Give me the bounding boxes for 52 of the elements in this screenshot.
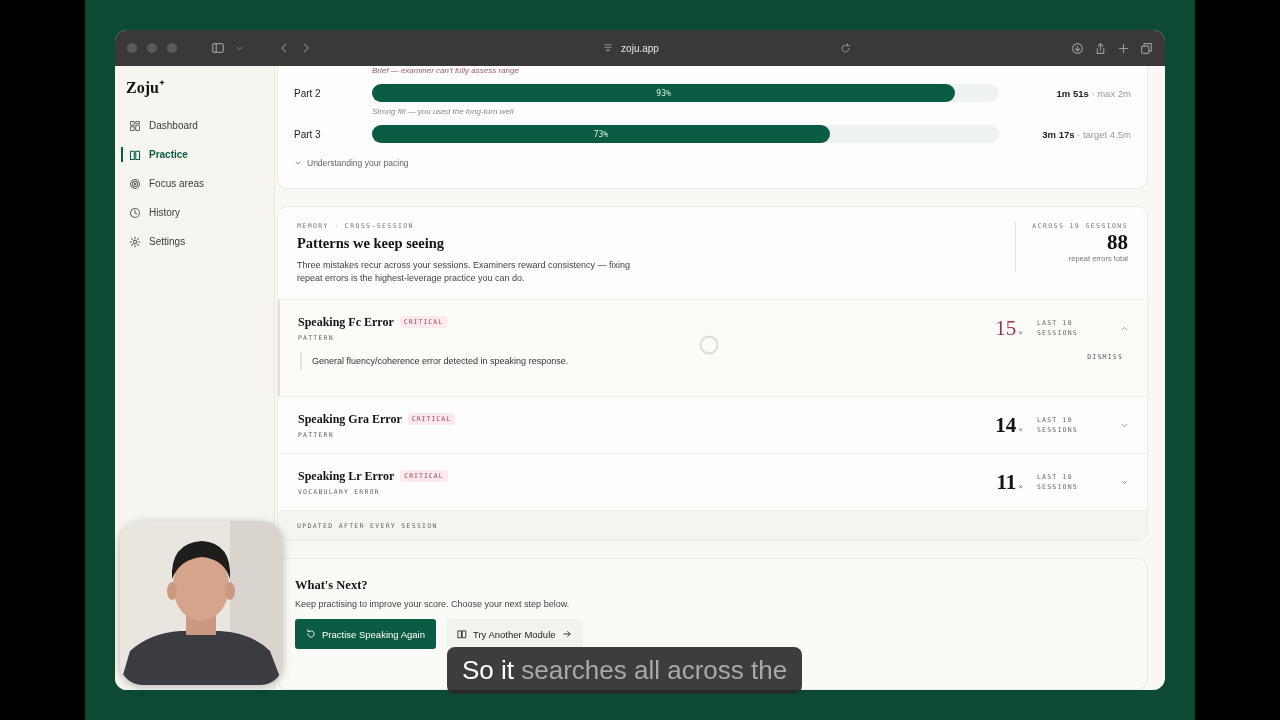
reload-icon[interactable] (840, 42, 851, 54)
section-title: Patterns we keep seeing (297, 235, 445, 252)
pattern-detail: General fluency/coherence error detected in speaking response. (300, 352, 1088, 370)
part-label: Part 2 (294, 87, 322, 99)
book-icon (129, 148, 141, 161)
pattern-title: Speaking Lr Error (298, 468, 395, 484)
app-logo[interactable]: Zoju (126, 79, 159, 97)
sparkle-icon (158, 79, 165, 86)
section-description: Keep practising to improve your score. Choose your next step below. (295, 599, 571, 609)
times-sign: × (1018, 424, 1023, 434)
nav-item[interactable]: Practice (115, 140, 274, 169)
restart-icon (306, 629, 316, 639)
share-icon[interactable] (1094, 41, 1107, 55)
pattern-title: Speaking Gra Error (298, 411, 402, 427)
percent-label: 73% (593, 129, 609, 139)
section-description: Three mistakes recur across your sessions. Examiners reward consistency — fixing repeat errors is the highest-leverage practice you can do. (297, 259, 632, 285)
arrow-right-icon (561, 629, 572, 639)
book-icon (457, 629, 467, 639)
occurrence-count: 14 (995, 412, 1017, 438)
pacing-note: Brief — examiner can't fully assess range (372, 66, 520, 76)
tabs-icon[interactable] (1140, 41, 1153, 55)
nav-item[interactable]: History (115, 198, 274, 227)
duration-text: 1m 51s · max 2m (1055, 87, 1131, 99)
dashboard-icon (129, 119, 141, 132)
times-sign: × (1018, 481, 1023, 491)
pacing-toggle[interactable]: Understanding your pacing (307, 158, 409, 168)
chevron-down-icon (294, 159, 302, 167)
nav-item[interactable]: Focus areas (115, 169, 274, 198)
pattern-title: Speaking Fc Error (298, 314, 394, 330)
page-icon[interactable] (603, 43, 614, 53)
settings-icon (129, 235, 141, 248)
duration-text: 3m 17s · target 4.5m (1041, 128, 1131, 140)
download-icon[interactable] (1071, 41, 1084, 55)
practise-button[interactable]: Practise Speaking Again (295, 619, 436, 649)
sidebar-icon[interactable] (211, 41, 225, 55)
percent-label: 93% (656, 88, 671, 98)
nav-item[interactable]: Dashboard (115, 111, 274, 140)
part-label: Part 3 (294, 128, 322, 140)
pacing-note: Strong fill — you used the long-turn well (372, 107, 515, 117)
plus-icon[interactable] (1117, 41, 1130, 55)
occurrence-count: 15 (995, 315, 1017, 341)
section-title: What's Next? (295, 578, 369, 593)
loading-spinner-icon (699, 335, 719, 355)
target-icon (129, 177, 141, 190)
subtitle-caption: So it searches all across the (462, 655, 788, 686)
module-button[interactable]: Try Another Module (446, 619, 583, 649)
times-sign: × (1018, 327, 1023, 337)
nav-item[interactable]: Settings (115, 227, 274, 256)
clock-icon (129, 206, 141, 219)
occurrence-count: 11 (996, 469, 1017, 495)
total-count: 88 (1106, 230, 1128, 254)
address-bar[interactable]: zoju.app (621, 42, 659, 54)
